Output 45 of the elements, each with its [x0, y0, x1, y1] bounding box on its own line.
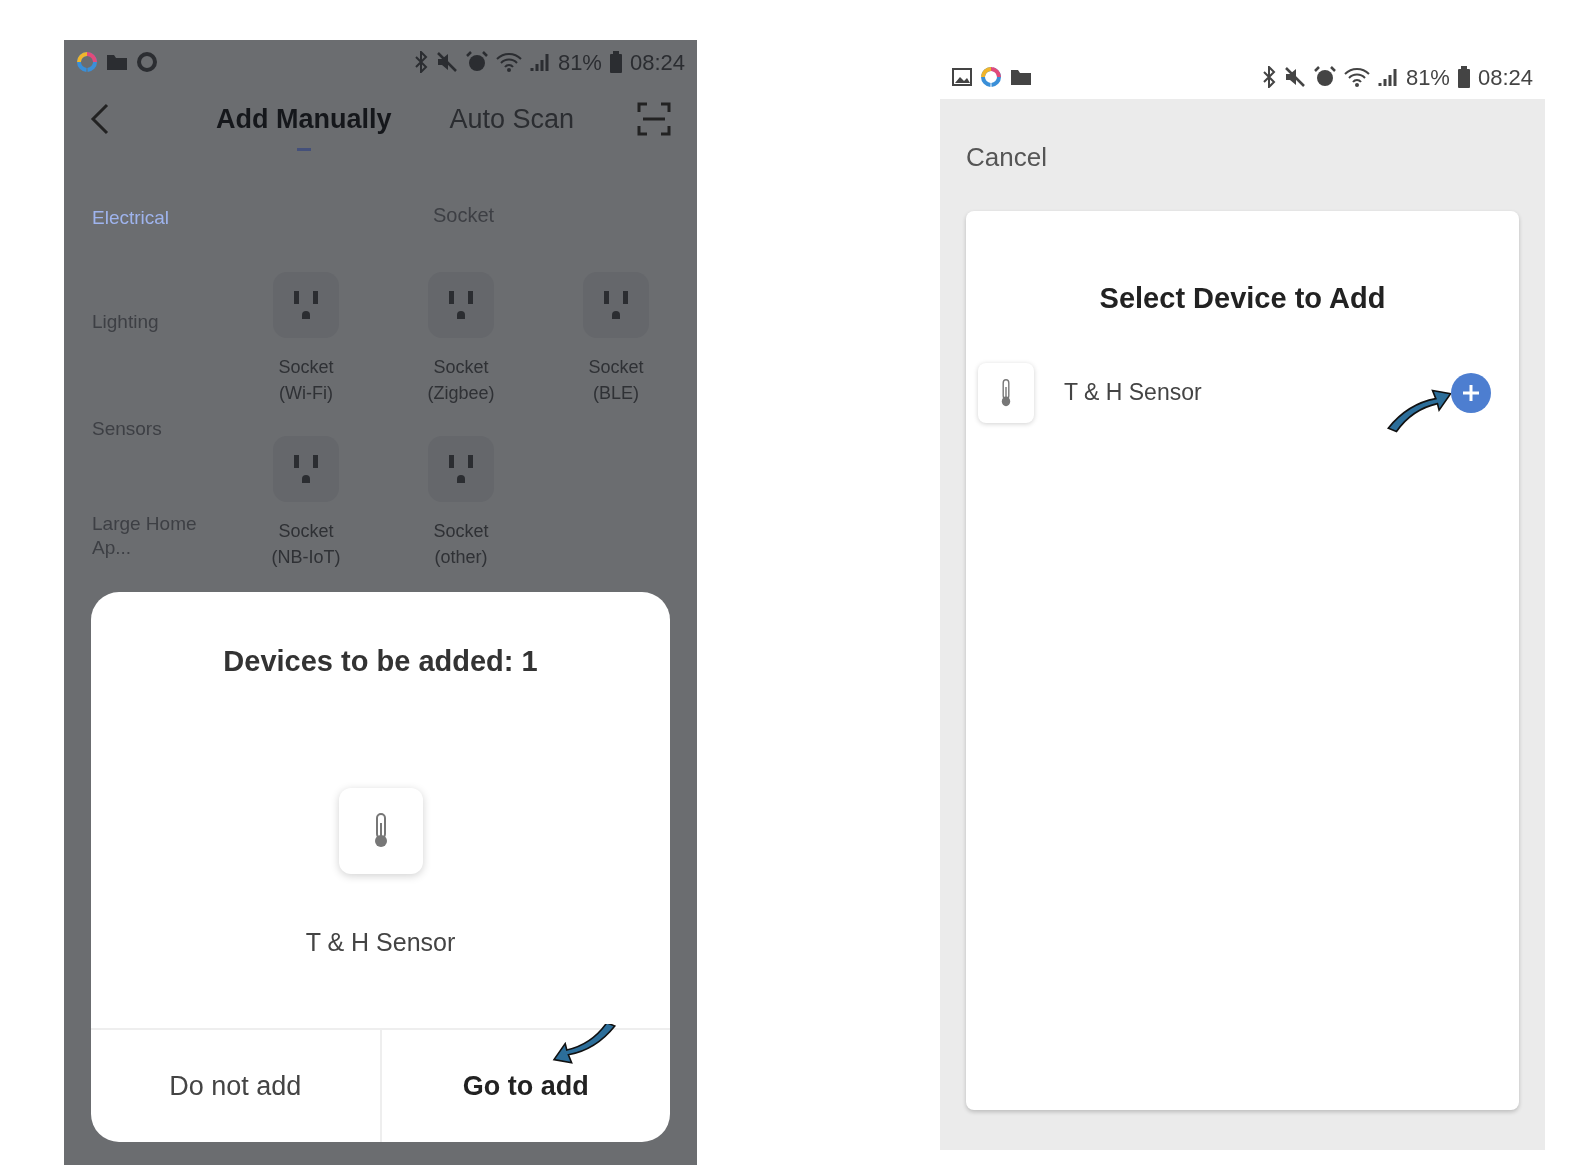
device-name: T & H Sensor — [1064, 378, 1203, 408]
plus-icon — [1461, 382, 1481, 403]
sync-icon — [136, 51, 158, 73]
cancel-button[interactable]: Cancel — [966, 99, 1047, 211]
alarm-icon — [465, 51, 488, 73]
socket-icon — [273, 272, 339, 338]
socket-icon — [428, 436, 494, 502]
bluetooth-icon — [1261, 66, 1276, 88]
mute-icon — [435, 51, 458, 73]
dialog-button[interactable]: Do not add — [91, 1030, 380, 1142]
mute-icon — [1283, 66, 1306, 88]
dialog-title: Devices to be added: 1 — [222, 644, 539, 679]
battery-icon — [609, 51, 622, 73]
socket-icon — [583, 272, 649, 338]
device-label[interactable]: Socket (Zigbee) — [427, 354, 495, 406]
image-icon — [952, 68, 972, 86]
battery-percentage: 81% — [1405, 63, 1450, 92]
device-label[interactable]: Socket (BLE) — [588, 354, 644, 406]
folder-icon — [106, 53, 128, 71]
tab[interactable]: Add Manually — [216, 98, 392, 154]
battery-icon — [1457, 66, 1470, 88]
device-label[interactable]: Socket (NB-IoT) — [271, 518, 341, 570]
clock-time: 08:24 — [629, 48, 685, 77]
folder-icon — [1010, 68, 1032, 86]
device-label[interactable]: Socket (Wi-Fi) — [278, 354, 334, 406]
alarm-icon — [1313, 66, 1336, 88]
colorful-ring-icon — [980, 66, 1002, 88]
battery-percentage: 81% — [557, 48, 602, 77]
signal-icon — [1377, 67, 1398, 87]
category-item[interactable]: Electrical — [64, 168, 230, 268]
signal-icon — [529, 52, 550, 72]
wifi-icon — [1343, 66, 1370, 88]
socket-icon — [273, 436, 339, 502]
add-button[interactable] — [1451, 372, 1491, 413]
thermometer-icon — [999, 378, 1013, 407]
scan-icon — [637, 102, 671, 136]
device-name: T & H Sensor — [304, 926, 457, 958]
tab[interactable]: Auto Scan — [449, 90, 575, 154]
socket-icon — [428, 272, 494, 338]
wifi-icon — [495, 51, 522, 73]
clock-time: 08:24 — [1477, 63, 1533, 92]
dialog-title: Select Device to Add — [1098, 281, 1387, 316]
colorful-ring-icon — [76, 51, 98, 73]
device-label[interactable]: Socket (other) — [433, 518, 489, 570]
bluetooth-icon — [413, 51, 428, 73]
